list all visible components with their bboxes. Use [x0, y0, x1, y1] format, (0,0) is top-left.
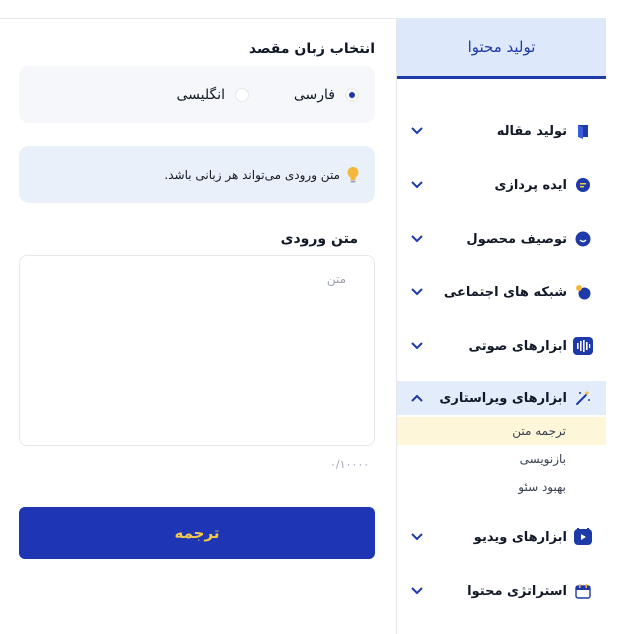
- sidebar-item-editing-tools[interactable]: ابزارهای ویراستاری: [397, 381, 606, 415]
- language-selector: فارسی انگلیسی: [19, 66, 375, 123]
- chevron-down-icon[interactable]: [409, 284, 425, 300]
- sidebar: تولید محتوا تولید مقاله ایده پردازی توصی…: [396, 18, 606, 634]
- radio-button-english[interactable]: [235, 88, 249, 102]
- radio-label-english: انگلیسی: [176, 87, 225, 103]
- chevron-down-icon[interactable]: [409, 338, 425, 354]
- product-icon: [573, 229, 593, 249]
- input-text-label: متن ورودی: [280, 231, 358, 247]
- sidebar-item-label: تولید مقاله: [496, 123, 567, 139]
- sidebar-item-video-tools[interactable]: ابزارهای ویدیو: [397, 520, 606, 554]
- character-counter: ۰/۱۰۰۰۰: [330, 458, 370, 471]
- chevron-down-icon[interactable]: [409, 583, 425, 599]
- sidebar-subitem-translate[interactable]: ترجمه متن: [397, 417, 606, 445]
- radio-english[interactable]: انگلیسی: [176, 87, 249, 103]
- social-icon: [573, 282, 593, 302]
- chevron-down-icon[interactable]: [409, 231, 425, 247]
- sidebar-item-content-strategy[interactable]: استراتژی محتوا: [397, 574, 606, 608]
- target-language-title: انتخاب زبان مقصد: [248, 41, 375, 57]
- translate-button[interactable]: ترجمه: [19, 507, 375, 559]
- article-icon: [573, 121, 593, 141]
- chevron-down-icon[interactable]: [409, 123, 425, 139]
- chevron-down-icon[interactable]: [409, 177, 425, 193]
- sidebar-item-label: ابزارهای صوتی: [468, 338, 567, 354]
- sidebar-subitem-rewrite[interactable]: بازنویسی: [397, 445, 606, 473]
- sidebar-item-label: ابزارهای ویراستاری: [439, 390, 567, 406]
- sidebar-item-article[interactable]: تولید مقاله: [397, 114, 606, 148]
- sidebar-item-product-description[interactable]: توصیف محصول: [397, 222, 606, 256]
- sidebar-item-ideation[interactable]: ایده پردازی: [397, 168, 606, 202]
- chevron-up-icon[interactable]: [409, 390, 425, 406]
- lightbulb-icon: [346, 166, 360, 184]
- info-tip: متن ورودی می‌تواند هر زبانی باشد.: [19, 146, 375, 203]
- sidebar-item-label: ایده پردازی: [494, 177, 567, 193]
- radio-button-persian[interactable]: [345, 88, 359, 102]
- sidebar-item-label: توصیف محصول: [466, 231, 567, 247]
- radio-label-persian: فارسی: [293, 87, 335, 103]
- sidebar-item-label: ابزارهای ویدیو: [473, 529, 567, 545]
- magic-wand-icon: [573, 388, 593, 408]
- tip-text: متن ورودی می‌تواند هر زبانی باشد.: [164, 167, 340, 182]
- input-text-area[interactable]: [19, 255, 375, 446]
- sidebar-item-label: استراتژی محتوا: [467, 583, 567, 599]
- idea-icon: [573, 175, 593, 195]
- video-icon: [573, 527, 593, 547]
- sidebar-header[interactable]: تولید محتوا: [397, 18, 606, 79]
- chevron-down-icon[interactable]: [409, 529, 425, 545]
- sidebar-item-audio-tools[interactable]: ابزارهای صوتی: [397, 329, 606, 363]
- audio-icon: [573, 336, 593, 356]
- calendar-icon: [573, 581, 593, 601]
- sidebar-item-label: شبکه های اجتماعی: [443, 284, 567, 300]
- sidebar-subitem-seo[interactable]: بهبود سئو: [397, 473, 606, 501]
- radio-persian[interactable]: فارسی: [294, 87, 359, 103]
- sidebar-item-social-media[interactable]: شبکه های اجتماعی: [397, 275, 606, 309]
